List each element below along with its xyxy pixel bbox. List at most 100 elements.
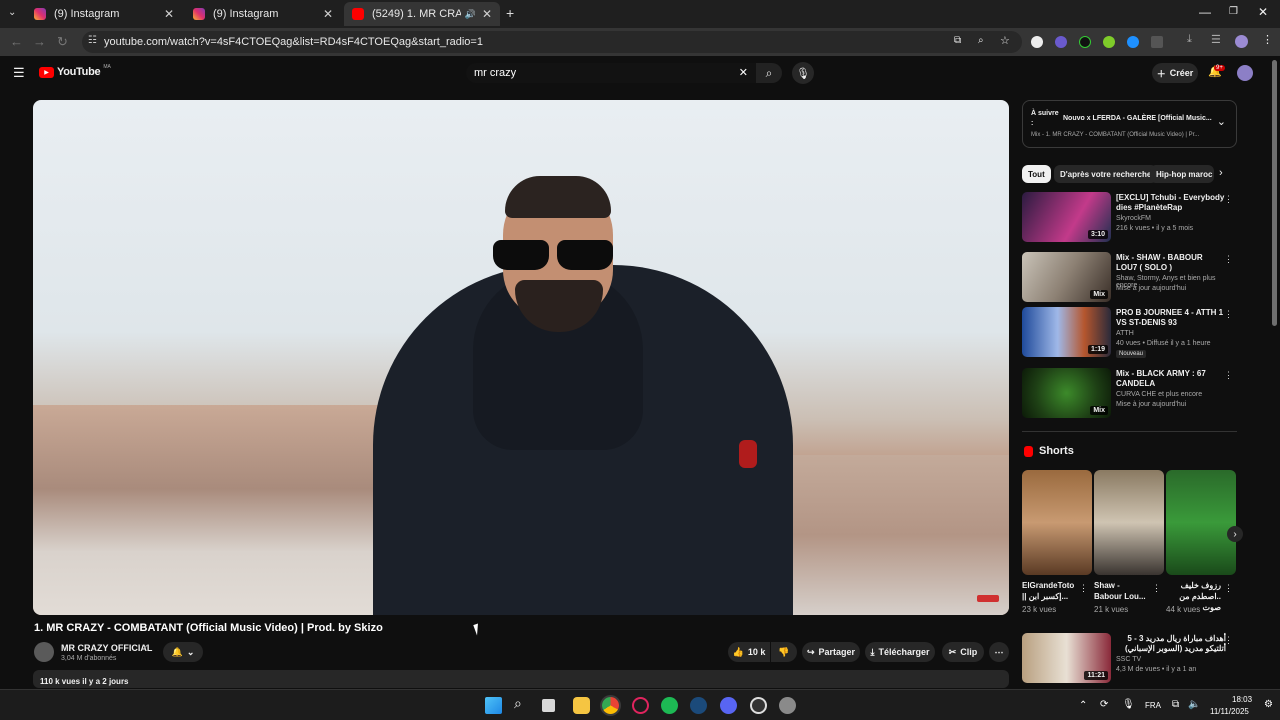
clock-time[interactable]: 18:03 — [1232, 695, 1252, 704]
more-icon[interactable]: ⋮ — [1224, 635, 1233, 646]
address-bar[interactable]: ☷ youtube.com/watch?v=4sF4CTOEQag&list=R… — [82, 31, 1022, 53]
discord-icon[interactable] — [720, 697, 737, 714]
steam-icon[interactable] — [690, 697, 707, 714]
extension-icon-2[interactable] — [1055, 36, 1067, 48]
close-tab-icon[interactable]: ✕ — [323, 7, 333, 21]
dislike-button[interactable]: 👎 — [771, 642, 797, 662]
recommendation-item[interactable]: 11:21 أهداف مباراة ريال مدريد 3 - 5 أتلت… — [1022, 633, 1237, 685]
site-info-icon[interactable]: ☷ — [88, 35, 97, 46]
task-view-icon[interactable] — [542, 699, 555, 712]
like-button[interactable]: 👍 10 k — [728, 642, 770, 662]
playlist-panel[interactable]: À suivre : Nouvo x LFERDA - GALÈRE [Offi… — [1022, 100, 1237, 148]
back-icon[interactable]: ← — [10, 34, 23, 49]
opera-gx-icon[interactable] — [632, 697, 649, 714]
chevron-down-icon[interactable]: ⌄ — [1217, 115, 1226, 128]
account-avatar[interactable] — [1237, 65, 1253, 81]
spotify-icon[interactable] — [661, 697, 678, 714]
reading-list-icon[interactable]: ☰ — [1211, 33, 1221, 46]
close-tab-icon[interactable]: ✕ — [164, 7, 174, 21]
downloads-icon[interactable]: ⤓ — [1187, 33, 1192, 46]
create-button[interactable]: ＋ Créer — [1152, 63, 1198, 83]
extension-icon-1[interactable] — [1031, 36, 1043, 48]
minimize-icon[interactable]: — — [1199, 5, 1211, 19]
more-icon[interactable]: ⋮ — [1224, 194, 1233, 205]
country-code: MA — [103, 64, 111, 70]
clear-search-icon[interactable]: ✕ — [739, 66, 748, 79]
more-actions-button[interactable]: ⋯ — [989, 642, 1009, 662]
network-icon[interactable]: ⧉ — [1172, 699, 1179, 710]
tab-instagram-1[interactable]: (9) Instagram ✕ — [26, 2, 182, 26]
more-icon[interactable]: ⋮ — [1224, 370, 1233, 381]
zoom-icon[interactable]: ⌕ — [978, 35, 984, 46]
more-icon[interactable]: ⋮ — [1224, 309, 1233, 320]
tray-chevron-icon[interactable]: ⌃ — [1079, 700, 1087, 711]
search-icon[interactable]: ⌕ — [514, 695, 531, 712]
chevron-right-icon[interactable]: › — [1219, 167, 1223, 179]
recommendation-item[interactable]: Mix Mix - BLACK ARMY : 67 CANDELA CURVA … — [1022, 368, 1237, 420]
video-player[interactable] — [33, 100, 1009, 615]
download-button[interactable]: ⤓ Télécharger — [865, 642, 935, 662]
forward-icon[interactable]: → — [33, 34, 46, 49]
recommendation-item[interactable]: 1:19 PRO B JOURNEE 4 - ATTH 1 VS ST-DENI… — [1022, 307, 1237, 359]
extensions-puzzle-icon[interactable] — [1151, 36, 1163, 48]
maximize-icon[interactable]: ❐ — [1229, 6, 1238, 17]
more-icon[interactable]: ⋮ — [1079, 583, 1088, 594]
windows-taskbar: ⌕ ⌃ ⟳ 🎙 FRA ⧉ 🔈 18:03 11/11/2025 ⚙ — [0, 689, 1280, 720]
more-icon[interactable]: ⋮ — [1152, 583, 1161, 594]
extension-icon-4[interactable] — [1103, 36, 1115, 48]
chip-hiphop[interactable]: Hip-hop maroc — [1150, 165, 1214, 183]
short-views: 21 k vues — [1094, 605, 1129, 614]
short-thumbnail[interactable] — [1022, 470, 1092, 575]
search-input[interactable]: mr crazy ✕ — [466, 63, 756, 83]
extension-icon-5[interactable] — [1127, 36, 1139, 48]
search-button[interactable]: ⌕ — [756, 63, 782, 83]
settings-gear-icon[interactable] — [779, 697, 796, 714]
profile-avatar[interactable] — [1235, 35, 1248, 48]
menu-hamburger-icon[interactable]: ☰ — [13, 65, 25, 81]
short-thumbnail[interactable] — [1094, 470, 1164, 575]
channel-avatar[interactable] — [34, 642, 54, 662]
file-explorer-icon[interactable] — [573, 697, 590, 714]
new-tab-icon[interactable]: + — [506, 5, 514, 21]
chip-all[interactable]: Tout — [1022, 165, 1051, 183]
more-icon[interactable]: ⋮ — [1224, 583, 1233, 594]
close-window-icon[interactable]: ✕ — [1258, 5, 1268, 19]
chip-from-search[interactable]: D'après votre recherche — [1054, 165, 1158, 183]
windows-start-icon[interactable] — [485, 697, 502, 714]
language-indicator[interactable]: FRA — [1145, 701, 1161, 710]
description-box[interactable]: 110 k vues il y a 2 jours — [33, 670, 1009, 688]
bookmark-star-icon[interactable]: ☆ — [1000, 34, 1010, 47]
audio-icon[interactable]: 🔊 — [465, 9, 476, 20]
channel-name[interactable]: MR CRAZY OFFICIAL — [61, 643, 152, 653]
subscribe-bell-button[interactable]: 🔔 ⌄ — [163, 642, 203, 662]
voice-search-button[interactable]: 🎙 — [792, 62, 814, 84]
tab-instagram-2[interactable]: (9) Instagram ✕ — [185, 2, 341, 26]
chrome-icon[interactable] — [602, 697, 619, 714]
short-thumbnail[interactable] — [1166, 470, 1236, 575]
recommendation-item[interactable]: 3:10 [EXCLU] Tchubi - Everybody dies #Pl… — [1022, 192, 1237, 244]
app-icon[interactable] — [750, 697, 767, 714]
page-scrollbar[interactable] — [1272, 60, 1277, 326]
speaker-icon[interactable]: 🔈 — [1188, 699, 1200, 710]
recommendation-item[interactable]: Mix Mix - SHAW - BABOUR LOU7 ( SOLO ) Sh… — [1022, 252, 1237, 304]
close-tab-icon[interactable]: ✕ — [482, 7, 492, 21]
tab-youtube[interactable]: (5249) 1. MR CRAZY - COM 🔊 ✕ — [344, 2, 500, 26]
notification-center-icon[interactable]: ⚙ — [1264, 699, 1273, 710]
mouse-cursor — [473, 623, 482, 636]
tray-sync-icon[interactable]: ⟳ — [1100, 699, 1108, 710]
upnext-subtitle: Mix - 1. MR CRAZY - COMBATANT (Official … — [1031, 132, 1200, 138]
more-icon[interactable]: ⋮ — [1224, 254, 1233, 265]
reload-icon[interactable]: ↻ — [57, 34, 68, 50]
clip-button[interactable]: ✂ Clip — [942, 642, 984, 662]
shorts-next-icon[interactable]: › — [1227, 526, 1243, 542]
tray-mic-icon[interactable]: 🎙 — [1122, 699, 1135, 710]
extension-icon-3[interactable] — [1079, 36, 1091, 48]
browser-menu-icon[interactable]: ⋮ — [1262, 33, 1273, 46]
youtube-logo[interactable]: ▶ YouTube MA — [39, 64, 111, 78]
share-button[interactable]: ↪ Partager — [802, 642, 860, 662]
short-title[interactable]: Shaw - Babour Lou... — [1094, 580, 1149, 602]
tab-search-chevron-icon[interactable]: ⌄ — [8, 7, 16, 18]
short-title[interactable]: ElGrandeToto || إكسبر ابن... — [1022, 580, 1077, 602]
clock-date[interactable]: 11/11/2025 — [1210, 707, 1249, 716]
install-app-icon[interactable]: ⧉ — [954, 35, 961, 46]
